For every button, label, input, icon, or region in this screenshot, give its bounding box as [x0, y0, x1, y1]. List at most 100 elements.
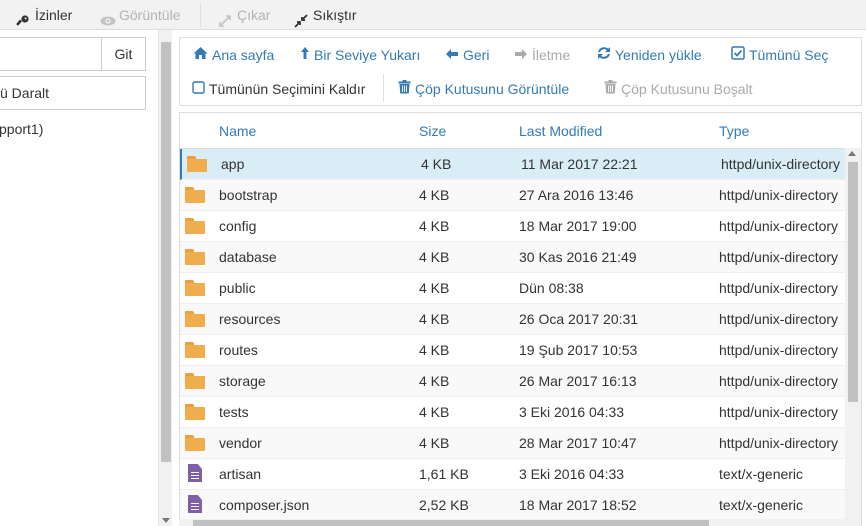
column-header-type[interactable]: Type — [719, 113, 749, 149]
file-icon — [185, 464, 202, 484]
file-name-cell: storage — [219, 373, 266, 389]
table-row[interactable]: public 4 KB Dün 08:38 httpd/unix-directory — [180, 273, 845, 304]
table-horizontal-scrollbar-thumb[interactable] — [193, 520, 709, 526]
file-size-cell: 4 KB — [419, 342, 450, 358]
file-name-cell: bootstrap — [219, 187, 278, 203]
file-modified-cell: 27 Ara 2016 13:46 — [519, 187, 634, 203]
up-one-level-button[interactable]: Bir Seviye Yukarı — [300, 45, 420, 65]
left-scrollbar[interactable] — [158, 30, 172, 526]
trash-icon — [604, 79, 617, 99]
table-row[interactable]: storage 4 KB 26 Mar 2017 16:13 httpd/unix-d… — [180, 366, 845, 397]
select-all-label: Tümünü Seç — [749, 47, 829, 63]
file-name-cell: vendor — [219, 435, 262, 451]
table-row[interactable]: tests 4 KB 3 Eki 2016 04:33 httpd/unix-dire… — [180, 397, 845, 428]
compress-button[interactable]: Sıkıştır — [294, 0, 357, 30]
file-type-cell: httpd/unix-directory — [719, 342, 839, 358]
file-size-cell: 4 KB — [419, 373, 450, 389]
deselect-all-label: Tümünün Seçimini Kaldır — [209, 81, 366, 97]
file-size-cell: 1,61 KB — [419, 466, 469, 482]
table-row[interactable]: bootstrap 4 KB 27 Ara 2016 13:46 httpd/unix… — [180, 180, 845, 211]
table-row[interactable]: composer.json 2,52 KB 18 Mar 2017 18:52 tex… — [180, 490, 845, 521]
file-size-cell: 4 KB — [419, 218, 450, 234]
reload-button[interactable]: Yeniden yükle — [597, 45, 702, 65]
key-icon — [16, 8, 30, 26]
folder-icon — [185, 249, 205, 265]
home-icon — [193, 45, 208, 65]
toolbar-divider — [200, 3, 201, 27]
table-vertical-scrollbar[interactable] — [845, 148, 861, 526]
file-name-cell: composer.json — [219, 497, 310, 513]
compress-label: Sıkıştır — [313, 7, 357, 23]
file-size-cell: 4 KB — [419, 249, 450, 265]
top-toolbar: İzinler Görüntüle Çıkar Sıkıştır — [0, 0, 866, 30]
select-all-button[interactable]: Tümünü Seç — [731, 45, 828, 65]
home-label: Ana sayfa — [212, 47, 275, 63]
file-type-cell: text/x-generic — [719, 497, 804, 513]
file-size-cell: 4 KB — [419, 435, 450, 451]
file-modified-cell: 30 Kas 2016 21:49 — [519, 249, 637, 265]
file-modified-cell: 28 Mar 2017 10:47 — [519, 435, 637, 451]
checkbox-checked-icon — [731, 45, 745, 65]
view-label: Görüntüle — [119, 7, 181, 23]
file-name-cell: routes — [219, 342, 258, 358]
reload-label: Yeniden yükle — [615, 47, 702, 63]
table-row[interactable]: config 4 KB 18 Mar 2017 19:00 httpd/unix-di… — [180, 211, 845, 242]
file-type-cell: httpd/unix-directory — [719, 280, 839, 296]
empty-trash-button[interactable]: Çöp Kutusunu Boşalt — [604, 79, 753, 99]
file-table: Name Size Last Modified Type app 4 KB 11 M… — [179, 112, 862, 526]
folder-icon — [185, 342, 205, 358]
file-type-cell: httpd/unix-directory — [719, 404, 839, 420]
file-type-cell: httpd/unix-directory — [719, 311, 839, 327]
collapse-all-button[interactable]: ü Daralt — [0, 76, 146, 110]
file-type-cell: httpd/unix-directory — [719, 373, 839, 389]
path-input[interactable] — [0, 37, 102, 71]
file-modified-cell: 3 Eki 2016 04:33 — [519, 466, 625, 482]
permissions-button[interactable]: İzinler — [16, 0, 72, 30]
table-row[interactable]: routes 4 KB 19 Şub 2017 10:53 httpd/unix-di… — [180, 335, 845, 366]
file-modified-cell: 26 Oca 2017 20:31 — [519, 311, 639, 327]
permissions-label: İzinler — [35, 7, 73, 23]
table-header: Name Size Last Modified Type — [180, 113, 861, 149]
forward-button[interactable]: İletme — [514, 45, 570, 65]
column-header-name[interactable]: Name — [219, 113, 256, 149]
up-one-level-label: Bir Seviye Yukarı — [314, 47, 421, 63]
tree-root-item[interactable]: pport1) — [0, 121, 43, 137]
column-header-last-modified[interactable]: Last Modified — [519, 113, 602, 149]
table-row[interactable]: vendor 4 KB 28 Mar 2017 10:47 httpd/unix-di… — [180, 428, 845, 459]
go-button[interactable]: Git — [101, 37, 146, 71]
deselect-all-button[interactable]: Tümünün Seçimini Kaldır — [192, 79, 365, 99]
table-row[interactable]: artisan 1,61 KB 3 Eki 2016 04:33 text/x-gen… — [180, 459, 845, 490]
file-name-cell: public — [219, 280, 256, 296]
table-row[interactable]: database 4 KB 30 Kas 2016 21:49 httpd/unix-… — [180, 242, 845, 273]
arrow-left-icon — [445, 45, 459, 65]
expand-icon — [218, 8, 232, 27]
extract-button[interactable]: Çıkar — [218, 0, 270, 30]
column-header-size[interactable]: Size — [419, 113, 446, 149]
view-button[interactable]: Görüntüle — [100, 0, 180, 30]
file-actions-bar: Ana sayfa Bir Seviye Yukarı Geri İletme … — [179, 37, 862, 106]
table-row[interactable]: app 4 KB 11 Mar 2017 22:21 httpd/unix-direc… — [180, 149, 845, 180]
view-trash-button[interactable]: Çöp Kutusunu Görüntüle — [398, 79, 569, 99]
file-modified-cell: 18 Mar 2017 19:00 — [519, 218, 637, 234]
scroll-up-arrow-icon[interactable] — [848, 151, 856, 156]
file-size-cell: 4 KB — [421, 156, 452, 172]
file-size-cell: 4 KB — [419, 404, 450, 420]
forward-label: İletme — [532, 47, 571, 63]
scroll-down-arrow-icon[interactable] — [162, 518, 170, 523]
file-type-cell: httpd/unix-directory — [719, 187, 839, 203]
table-row[interactable]: resources 4 KB 26 Oca 2017 20:31 httpd/unix… — [180, 304, 845, 335]
table-horizontal-scrollbar[interactable] — [179, 519, 845, 526]
folder-icon — [185, 280, 205, 296]
table-scrollbar-thumb[interactable] — [848, 162, 858, 402]
arrow-right-icon — [514, 45, 528, 65]
left-scrollbar-thumb[interactable] — [161, 42, 171, 462]
folder-icon — [187, 156, 207, 172]
file-modified-cell: 26 Mar 2017 16:13 — [519, 373, 637, 389]
back-button[interactable]: Geri — [445, 45, 489, 65]
directory-tree-panel: Git ü Daralt pport1) — [0, 30, 158, 526]
home-button[interactable]: Ana sayfa — [193, 45, 274, 65]
refresh-icon — [597, 45, 611, 65]
compress-icon — [294, 8, 308, 28]
file-size-cell: 4 KB — [419, 280, 450, 296]
file-name-cell: app — [221, 156, 245, 172]
